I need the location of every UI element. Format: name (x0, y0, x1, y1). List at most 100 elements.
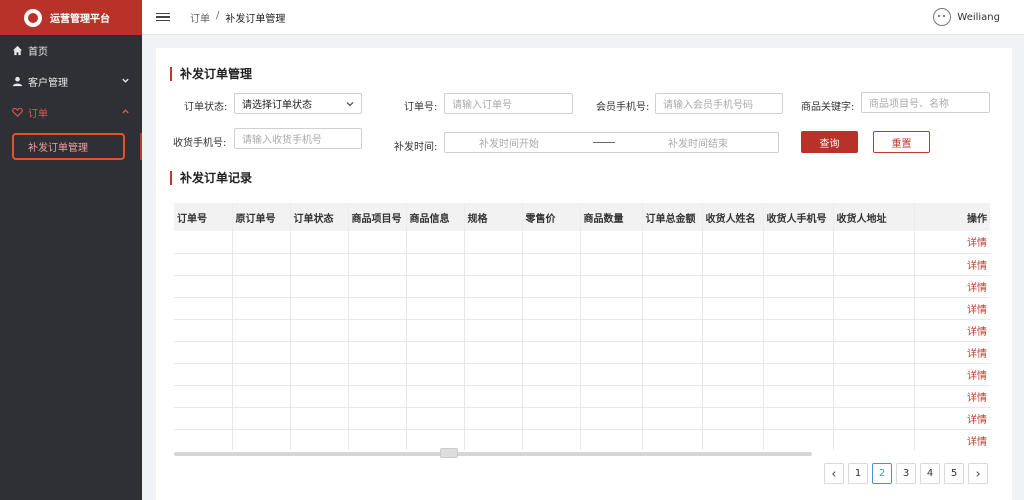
detail-link[interactable]: 详情 (913, 385, 990, 408)
table-cell (763, 231, 834, 254)
time-end-input[interactable]: 补发时间结束 (668, 135, 728, 150)
table-cell (833, 429, 915, 450)
table-cell (833, 253, 915, 276)
table-cell (642, 407, 703, 430)
sidebar: 运营管理平台 首页 客户管理 订单 补发订单管理 (0, 0, 142, 500)
table-cell (702, 429, 764, 450)
pagination: 1 2 3 4 5 (824, 463, 988, 484)
table-section-title: 补发订单记录 (170, 171, 252, 185)
time-start-input[interactable]: 补发时间开始 (479, 135, 539, 150)
breadcrumb-root[interactable]: 订单 (190, 10, 210, 25)
table-cell (580, 341, 643, 364)
detail-link[interactable]: 详情 (913, 297, 990, 320)
detail-link[interactable]: 详情 (913, 407, 990, 430)
breadcrumb-current: 补发订单管理 (225, 13, 286, 25)
filter-section-title: 补发订单管理 (170, 67, 252, 81)
receiver-phone-input[interactable]: 请输入收货手机号 (234, 128, 362, 149)
col-header: 规格 (464, 203, 523, 231)
table-cell (232, 319, 291, 342)
detail-link[interactable]: 详情 (913, 363, 990, 386)
user-name: Weiliang (957, 11, 1000, 23)
table-header-row: 订单号 原订单号 订单状态 商品项目号 商品信息 规格 零售价 商品数量 订单总… (174, 203, 990, 231)
table-cell (348, 253, 407, 276)
col-header: 商品项目号 (348, 203, 407, 231)
table-cell (642, 297, 703, 320)
table-cell (232, 385, 291, 408)
pagination-page[interactable]: 1 (848, 463, 868, 484)
user-menu[interactable]: Weiliang (933, 8, 1000, 26)
sidebar-item-customers[interactable]: 客户管理 (0, 66, 142, 97)
table-cell (348, 341, 407, 364)
member-phone-input[interactable]: 请输入会员手机号码 (655, 93, 783, 114)
table-cell (580, 407, 643, 430)
table-cell (642, 429, 703, 450)
table-cell (763, 275, 834, 298)
col-header: 订单号 (174, 203, 233, 231)
chevron-up-icon (121, 107, 130, 119)
table-cell (348, 385, 407, 408)
table-cell (406, 407, 465, 430)
sidebar-subitem-reissue-orders[interactable]: 补发订单管理 (12, 133, 125, 160)
order-status-label: 订单状态: (184, 102, 228, 113)
table-cell (174, 429, 233, 450)
table-cell (348, 363, 407, 386)
pagination-prev-button[interactable] (824, 463, 844, 484)
detail-link[interactable]: 详情 (913, 319, 990, 342)
table-cell (833, 297, 915, 320)
table-cell (290, 275, 349, 298)
table-cell (232, 297, 291, 320)
table-row: 详情 (174, 275, 990, 298)
table-cell (464, 297, 523, 320)
table-cell (290, 297, 349, 320)
time-label: 补发时间: (394, 142, 438, 153)
col-header: 收货人姓名 (702, 203, 764, 231)
detail-link[interactable]: 详情 (913, 231, 990, 254)
search-button[interactable]: 查询 (801, 131, 858, 153)
table-cell (833, 231, 915, 254)
scrollbar-thumb[interactable] (440, 448, 458, 458)
table-cell (580, 385, 643, 408)
pagination-page[interactable]: 5 (944, 463, 964, 484)
table-cell (833, 341, 915, 364)
order-status-select[interactable]: 请选择订单状态 (234, 93, 362, 114)
pagination-page[interactable]: 3 (896, 463, 916, 484)
table-cell (833, 363, 915, 386)
table-cell (522, 319, 581, 342)
col-header: 订单总金额 (642, 203, 703, 231)
order-no-input[interactable]: 请输入订单号 (444, 93, 573, 114)
table-cell (232, 341, 291, 364)
breadcrumb: 订单 / 补发订单管理 (190, 10, 285, 25)
table-cell (642, 231, 703, 254)
table-cell (580, 297, 643, 320)
table-cell (348, 407, 407, 430)
detail-link[interactable]: 详情 (913, 275, 990, 298)
sidebar-item-home[interactable]: 首页 (0, 35, 142, 66)
sidebar-item-orders[interactable]: 订单 (0, 97, 142, 128)
table-cell (174, 231, 233, 254)
time-range-picker[interactable]: 补发时间开始 补发时间结束 (444, 132, 779, 153)
pagination-next-button[interactable] (968, 463, 988, 484)
table-cell (522, 341, 581, 364)
records-table: 订单号 原订单号 订单状态 商品项目号 商品信息 规格 零售价 商品数量 订单总… (174, 203, 990, 450)
keyword-input[interactable]: 商品项目号、名称 (861, 92, 990, 113)
menu-toggle-icon[interactable] (156, 12, 170, 22)
pagination-page[interactable]: 4 (920, 463, 940, 484)
pagination-page-current[interactable]: 2 (872, 463, 892, 484)
reset-button[interactable]: 重置 (873, 131, 930, 153)
table-row: 详情 (174, 363, 990, 386)
breadcrumb-separator: / (216, 9, 220, 21)
detail-link[interactable]: 详情 (913, 253, 990, 276)
table-row: 详情 (174, 253, 990, 276)
table-cell (406, 231, 465, 254)
table-cell (174, 297, 233, 320)
table-cell (522, 363, 581, 386)
table-cell (702, 231, 764, 254)
detail-link[interactable]: 详情 (913, 341, 990, 364)
detail-link[interactable]: 详情 (913, 429, 990, 450)
table-cell (702, 407, 764, 430)
horizontal-scrollbar[interactable] (174, 452, 812, 456)
table-cell (406, 253, 465, 276)
brand-bar[interactable]: 运营管理平台 (0, 0, 142, 35)
table-cell (464, 319, 523, 342)
table-cell (290, 253, 349, 276)
